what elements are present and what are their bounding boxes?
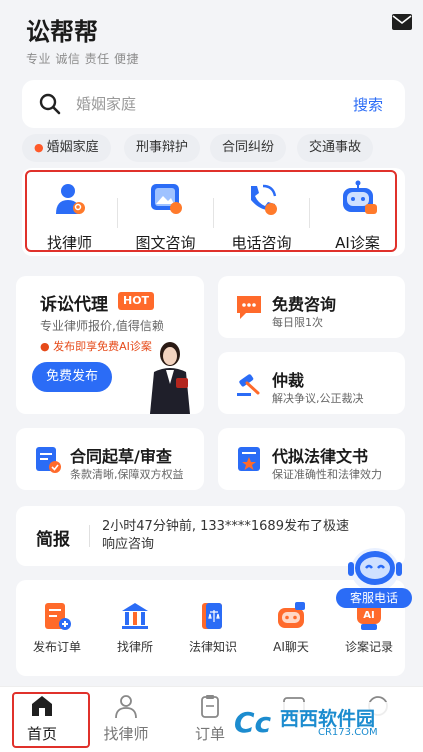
service-label: 电话咨询 [231,234,292,252]
quick-publish-order[interactable]: 发布订单 [22,600,92,655]
documents-subtitle: 保证准确性和法律效力 [272,468,382,481]
tab-label: 订单 [194,725,225,743]
ai-chat-icon [278,602,305,628]
quick-label: 发布订单 [32,640,81,654]
contract-subtitle: 条款清晰,保障双方权益 [70,468,184,481]
app-logo: 讼帮帮 [26,18,98,46]
free-consult-subtitle: 每日限1次 [272,316,323,329]
tag-label: 交通事故 [309,140,362,155]
chat-bubble-icon [237,296,261,319]
services-card: 找律师 图文咨询 电话咨询 AI诊案 [22,168,405,256]
tag-traffic[interactable]: 交通事故 [297,134,374,162]
tab-orders[interactable]: 订单 [180,693,240,744]
documents-title: 代拟法律文书 [272,447,369,466]
promo-text: 发布即享免费AI诊案 [53,340,152,353]
law-book-icon [202,603,222,629]
hot-badge: HOT [118,292,155,310]
litigation-promo: ● 发布即享免费AI诊案 [40,340,152,353]
news-tag: 简报 [36,530,70,550]
contract-title: 合同起草/审查 [70,447,172,466]
tab-label: 找律师 [103,725,149,743]
app-header: 讼帮帮 专业 诚信 责任 便捷 [0,0,423,76]
contract-doc-icon [36,447,61,473]
tag-marriage[interactable]: ● 婚姻家庭 [22,134,111,162]
search-button[interactable]: 搜索 [353,94,383,115]
gavel-icon [237,374,260,396]
image-consult-icon [151,184,182,214]
service-ai-diagnosis[interactable]: AI诊案 [310,168,405,256]
publish-button[interactable]: 免费发布 [32,362,112,392]
free-consult-title: 免费咨询 [272,295,337,314]
order-clipboard-icon [201,695,219,718]
service-image-consult[interactable]: 图文咨询 [118,168,213,256]
mail-icon[interactable] [392,14,412,30]
service-phone-consult[interactable]: 电话咨询 [214,168,309,256]
tab-home[interactable]: 首页 [12,693,72,744]
tag-label: 合同纠纷 [222,140,275,155]
tag-label: 刑事辩护 [136,140,189,155]
law-firm-icon [122,603,148,629]
service-label: 图文咨询 [135,234,196,252]
quick-label: AI聊天 [273,640,309,654]
divider [89,525,90,547]
watermark: Cc 西西软件园 CR173.COM [232,702,412,742]
quick-label: 找律所 [116,640,153,654]
lawyer-illustration [150,342,190,414]
litigation-subtitle: 专业律师报价,值得信赖 [40,319,164,333]
ai-robot-icon [343,180,377,214]
legal-doc-icon [238,447,260,471]
quick-label: 法律知识 [188,640,237,654]
tag-contract[interactable]: 合同纠纷 [210,134,287,162]
search-input[interactable] [76,92,326,116]
quick-label: 诊案记录 [344,640,393,654]
search-icon [39,93,61,115]
tab-label: 首页 [26,725,57,743]
customer-service-label[interactable]: 客服电话 [336,588,412,608]
watermark-logo: Cc [234,706,272,739]
service-find-lawyer[interactable]: 找律师 [22,168,117,256]
search-bar[interactable]: 搜索 [22,80,405,128]
litigation-title: 诉讼代理 [40,295,108,315]
publish-order-icon [45,603,71,630]
svg-text:AI: AI [363,610,374,621]
lawyer-search-icon [56,184,85,214]
tag-label: 婚姻家庭 [46,140,99,155]
person-icon [115,695,137,719]
phone-consult-icon [251,184,277,215]
tab-find-lawyer[interactable]: 找律师 [96,693,156,744]
quick-find-firm[interactable]: 找律所 [100,600,170,655]
service-label: 找律师 [46,234,92,252]
home-icon [32,696,52,716]
arbitration-title: 仲裁 [272,371,305,390]
news-text: 2小时47分钟前, 133****1689发布了极速响应咨询 [102,519,349,552]
quick-law-knowledge[interactable]: 法律知识 [178,600,248,655]
arbitration-subtitle: 解决争议,公正裁决 [272,392,364,405]
watermark-url: CR173.COM [318,727,378,738]
tag-criminal[interactable]: 刑事辩护 [124,134,201,162]
quick-ai-chat[interactable]: AI聊天 [256,600,326,655]
service-label: AI诊案 [335,234,380,252]
app-slogan: 专业 诚信 责任 便捷 [26,52,139,66]
fire-icon: ● [34,141,44,154]
